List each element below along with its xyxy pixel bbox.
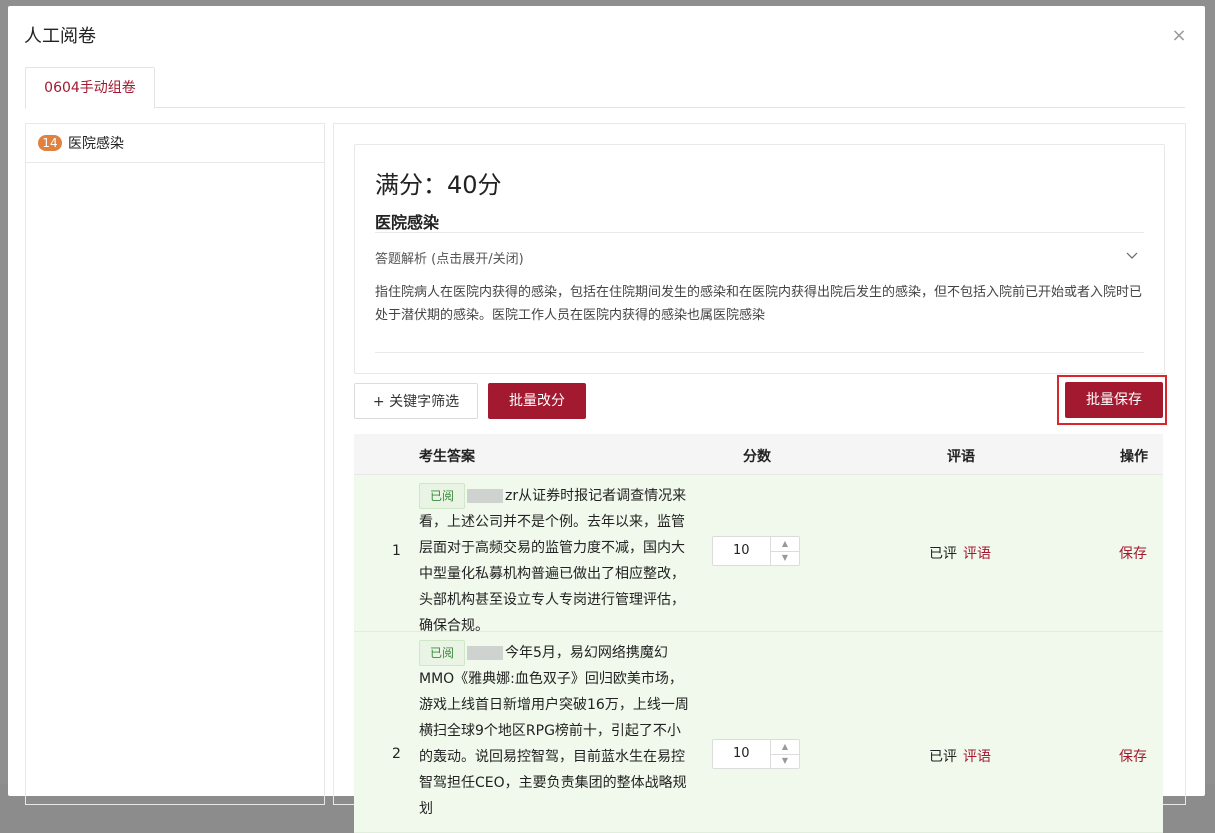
row-index: 2 bbox=[392, 746, 401, 762]
comment-link[interactable]: 评语 bbox=[963, 749, 991, 765]
comment-cell: 已评 评语 bbox=[929, 746, 991, 766]
question-title: 医院感染 bbox=[375, 213, 440, 232]
batch-score-button[interactable]: 批量改分 bbox=[488, 383, 586, 419]
tab-paper[interactable]: 0604手动组卷 bbox=[25, 67, 155, 109]
analysis-text: 指住院病人在医院内获得的感染，包括在住院期间发生的感染和在医院内获得出院后发生的… bbox=[375, 285, 1143, 323]
count-badge: 14 bbox=[38, 135, 62, 151]
score-stepper[interactable]: 10 ▲ ▼ bbox=[712, 536, 800, 566]
full-score: 满分：40分 bbox=[375, 171, 502, 199]
answer-text: 已阅 zr从证券时报记者调查情况来看，上述公司并不是个例。去年以来，监管层面对于高… bbox=[419, 483, 694, 639]
score-value: 10 bbox=[733, 543, 750, 558]
header-answer: 考生答案 bbox=[419, 449, 475, 465]
paper-tabs: 0604手动组卷 bbox=[25, 67, 1185, 109]
header-action: 操作 bbox=[1120, 449, 1148, 465]
chevron-down-icon[interactable]: ▼ bbox=[771, 551, 799, 565]
comment-status: 已评 bbox=[929, 749, 957, 765]
answer-body: zr从证券时报记者调查情况来看，上述公司并不是个例。去年以来，监管层面对于高频交… bbox=[419, 488, 687, 634]
dialog-title: 人工阅卷 bbox=[24, 26, 96, 47]
redacted-block bbox=[467, 489, 504, 503]
stepper-controls: ▲ ▼ bbox=[770, 740, 799, 768]
table-row: 2 已阅 今年5月，易幻网络携魔幻MMO《雅典娜:血色双子》回归欧美市场，游戏上线… bbox=[354, 632, 1163, 833]
manual-grading-dialog: 人工阅卷 × 0604手动组卷 14 医院感染 满分：40分 医院感染 答题解析… bbox=[8, 6, 1205, 833]
score-value: 10 bbox=[733, 746, 750, 761]
sidebar-item-label: 医院感染 bbox=[68, 136, 124, 152]
row-index: 1 bbox=[392, 543, 401, 559]
status-badge: 已阅 bbox=[419, 483, 466, 509]
table-header: 考生答案 分数 评语 操作 bbox=[354, 434, 1163, 475]
divider bbox=[375, 352, 1144, 353]
keyword-filter-button[interactable]: + 关键字筛选 bbox=[354, 383, 478, 419]
batch-save-button[interactable]: 批量保存 bbox=[1065, 382, 1163, 418]
grading-panel: 满分：40分 医院感染 答题解析 (点击展开/关闭) 指住院病人在医院内获得的感… bbox=[333, 123, 1186, 833]
status-badge: 已阅 bbox=[419, 640, 466, 666]
redacted-block bbox=[467, 646, 504, 660]
answers-table: 考生答案 分数 评语 操作 1 已阅 zr从证券时报记者调查情况来看，上述公司并不… bbox=[354, 434, 1163, 833]
comment-status: 已评 bbox=[929, 546, 957, 562]
comment-link[interactable]: 评语 bbox=[963, 546, 991, 562]
answer-body: 今年5月，易幻网络携魔幻MMO《雅典娜:血色双子》回归欧美市场，游戏上线首日新增… bbox=[419, 645, 689, 817]
question-sidebar: 14 医院感染 bbox=[25, 123, 325, 805]
highlight-frame: 批量保存 bbox=[1057, 375, 1167, 425]
save-row-link[interactable]: 保存 bbox=[1119, 543, 1147, 563]
chevron-up-icon[interactable]: ▲ bbox=[771, 740, 799, 755]
table-row: 1 已阅 zr从证券时报记者调查情况来看，上述公司并不是个例。去年以来，监管层面对… bbox=[354, 475, 1163, 634]
chevron-down-icon[interactable]: ▼ bbox=[771, 754, 799, 768]
score-stepper[interactable]: 10 ▲ ▼ bbox=[712, 739, 800, 769]
header-comment: 评语 bbox=[947, 449, 975, 465]
analysis-toggle[interactable]: 答题解析 (点击展开/关闭) bbox=[375, 233, 1144, 279]
sidebar-item-question[interactable]: 14 医院感染 bbox=[26, 124, 324, 163]
question-card: 满分：40分 医院感染 答题解析 (点击展开/关闭) 指住院病人在医院内获得的感… bbox=[354, 144, 1165, 374]
stepper-controls: ▲ ▼ bbox=[770, 537, 799, 565]
chevron-down-icon bbox=[1126, 252, 1138, 259]
comment-cell: 已评 评语 bbox=[929, 543, 991, 563]
analysis-toggle-label: 答题解析 (点击展开/关闭) bbox=[375, 252, 524, 267]
close-icon[interactable]: × bbox=[1171, 27, 1187, 45]
chevron-up-icon[interactable]: ▲ bbox=[771, 537, 799, 552]
header-score: 分数 bbox=[743, 449, 771, 465]
save-row-link[interactable]: 保存 bbox=[1119, 746, 1147, 766]
answer-text: 已阅 今年5月，易幻网络携魔幻MMO《雅典娜:血色双子》回归欧美市场，游戏上线首日… bbox=[419, 640, 694, 822]
